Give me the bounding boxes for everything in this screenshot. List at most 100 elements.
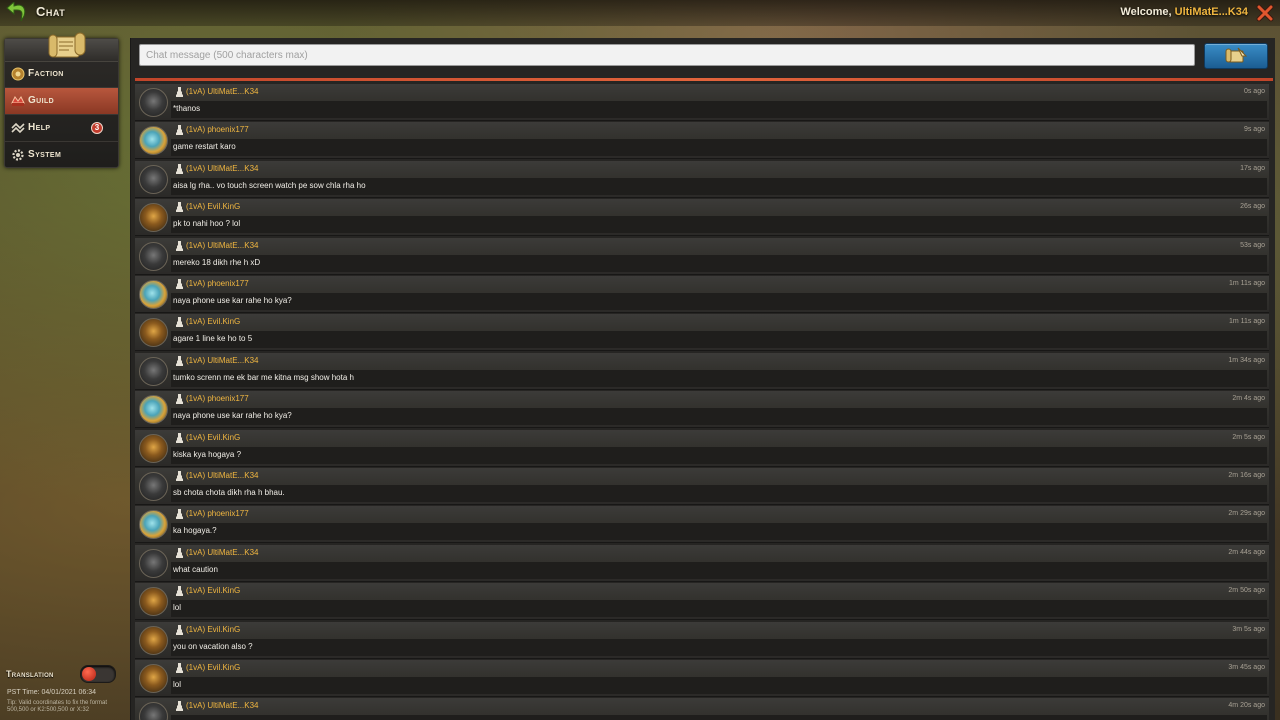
sidebar-item-faction[interactable]: Faction: [5, 61, 118, 88]
message-sender[interactable]: (1vA) Evil.KinG: [186, 663, 240, 672]
message-sender[interactable]: (1vA) Evil.KinG: [186, 586, 240, 595]
send-scroll-icon: [1225, 47, 1248, 63]
chat-message-row: (1vA) Evil.KinG 3m 45s ago lol: [135, 660, 1269, 697]
message-text: *thanos: [173, 104, 201, 113]
message-text-background: [171, 408, 1267, 426]
avatar[interactable]: [139, 433, 168, 463]
message-text: aisa lg rha.. vo touch screen watch pe s…: [173, 180, 366, 190]
message-text: what caution: [173, 564, 218, 574]
message-sender[interactable]: (1vA) phoenix177: [186, 279, 249, 288]
pst-time: PST Time: 04/01/2021 06:34: [7, 689, 96, 696]
message-sender[interactable]: (1vA) UltiMatE...K34: [186, 241, 258, 250]
message-timestamp: 1m 34s ago: [1228, 356, 1265, 364]
member-rank-icon: [176, 163, 183, 174]
toggle-knob: [82, 667, 96, 681]
close-icon[interactable]: [1256, 4, 1274, 22]
chat-message-row: (1vA) UltiMatE...K34 17s ago aisa lg rha..…: [135, 160, 1269, 198]
help-icon: [11, 122, 25, 134]
avatar[interactable]: [139, 356, 168, 386]
avatar[interactable]: [139, 126, 168, 156]
chat-message-row: (1vA) UltiMatE...K34 53s ago mereko 18 dik…: [135, 237, 1269, 275]
chat-message-row: (1vA) Evil.KinG 26s ago pk to nahi hoo ? l…: [135, 199, 1269, 237]
message-text: naya phone use kar rahe ho kya?: [173, 296, 292, 305]
avatar[interactable]: [139, 664, 168, 693]
message-timestamp: 3m 5s ago: [1232, 625, 1265, 633]
sidebar-item-help[interactable]: Help 3: [5, 115, 118, 142]
welcome-prefix: Welcome,: [1120, 6, 1175, 18]
message-list[interactable]: (1vA) UltiMatE...K34 0s ago *thanos (1vA) p…: [135, 84, 1273, 720]
message-sender[interactable]: (1vA) Evil.KinG: [186, 317, 240, 326]
avatar[interactable]: [139, 702, 168, 720]
avatar[interactable]: [139, 318, 168, 348]
sidebar-item-system[interactable]: System: [5, 142, 118, 168]
member-rank-icon: [176, 125, 183, 136]
message-text: tumko screnn me ek bar me kitna msg show…: [173, 372, 354, 382]
avatar[interactable]: [139, 472, 168, 501]
chat-message-row: (1vA) UltiMatE...K34 2m 44s ago what cauti…: [135, 544, 1269, 582]
send-button[interactable]: [1204, 43, 1268, 69]
message-timestamp: 3m 45s ago: [1228, 664, 1265, 671]
message-timestamp: 2m 50s ago: [1228, 587, 1265, 595]
chat-message-row: (1vA) phoenix177 2m 29s ago ka hogaya.?: [135, 506, 1269, 544]
help-count-badge: 3: [91, 122, 103, 134]
avatar[interactable]: [139, 164, 168, 194]
message-sender[interactable]: (1vA) Evil.KinG: [186, 433, 240, 442]
member-rank-icon: [176, 355, 183, 366]
avatar[interactable]: [139, 587, 168, 617]
avatar[interactable]: [139, 548, 168, 578]
message-sender[interactable]: (1vA) phoenix177: [186, 509, 249, 518]
member-rank-icon: [176, 432, 183, 443]
message-text-background: [171, 485, 1267, 502]
message-sender[interactable]: (1vA) phoenix177: [186, 394, 249, 403]
message-text: kiska kya hogaya ?: [173, 449, 242, 459]
member-rank-icon: [176, 701, 183, 712]
chat-message-row: (1vA) phoenix177 9s ago game restart karo: [135, 122, 1269, 160]
message-text: game restart karo: [173, 142, 236, 152]
message-sender[interactable]: (1vA) UltiMatE...K34: [186, 471, 258, 480]
message-text-background: [171, 638, 1267, 656]
message-timestamp: 4m 20s ago: [1228, 702, 1265, 710]
avatar[interactable]: [139, 241, 168, 271]
message-sender[interactable]: (1vA) UltiMatE...K34: [186, 164, 258, 173]
chat-message-input[interactable]: [139, 44, 1195, 66]
back-arrow-icon[interactable]: [4, 2, 28, 24]
member-rank-icon: [176, 471, 183, 481]
message-sender[interactable]: (1vA) Evil.KinG: [186, 202, 240, 211]
gear-icon: [12, 149, 24, 161]
message-sender[interactable]: (1vA) UltiMatE...K34: [186, 87, 258, 96]
message-sender[interactable]: (1vA) UltiMatE...K34: [186, 356, 258, 365]
avatar[interactable]: [139, 203, 168, 233]
avatar[interactable]: [139, 395, 168, 425]
member-rank-icon: [176, 317, 183, 328]
chat-message-row: (1vA) UltiMatE...K34 4m 20s ago: [135, 698, 1269, 720]
member-rank-icon: [176, 547, 183, 558]
chat-message-row: (1vA) Evil.KinG 2m 5s ago kiska kya hogaya…: [135, 429, 1269, 467]
message-sender[interactable]: (1vA) UltiMatE...K34: [186, 701, 258, 710]
message-timestamp: 17s ago: [1240, 164, 1265, 172]
member-rank-icon: [176, 586, 183, 597]
chat-message-row: (1vA) phoenix177 1m 11s ago naya phone use…: [135, 276, 1269, 313]
message-timestamp: 2m 44s ago: [1228, 548, 1265, 556]
avatar[interactable]: [139, 280, 168, 309]
sidebar-item-guild[interactable]: Guild: [5, 88, 118, 115]
message-sender[interactable]: (1vA) Evil.KinG: [186, 625, 240, 634]
member-rank-icon: [176, 279, 183, 289]
welcome-text: Welcome, UltiMatE...K34: [1120, 6, 1248, 18]
message-text: agare 1 line ke ho to 5: [173, 334, 253, 344]
member-rank-icon: [176, 663, 183, 673]
message-text: pk to nahi hoo ? lol: [173, 219, 241, 229]
message-text: sb chota chota dikh rha h bhau.: [173, 488, 285, 497]
chat-message-row: (1vA) UltiMatE...K34 2m 16s ago sb chota c…: [135, 468, 1269, 505]
message-sender[interactable]: (1vA) phoenix177: [186, 125, 249, 134]
avatar[interactable]: [139, 88, 168, 117]
message-text-background: [171, 446, 1267, 464]
message-text-background: [171, 139, 1267, 157]
message-sender[interactable]: (1vA) UltiMatE...K34: [186, 548, 258, 557]
avatar[interactable]: [139, 625, 168, 655]
sidebar-item-label: Help: [28, 122, 51, 133]
member-rank-icon: [176, 394, 183, 405]
top-bar: Chat Welcome, UltiMatE...K34: [0, 0, 1280, 26]
faction-icon: [11, 67, 25, 81]
avatar[interactable]: [139, 510, 168, 540]
translation-toggle[interactable]: [80, 665, 116, 683]
